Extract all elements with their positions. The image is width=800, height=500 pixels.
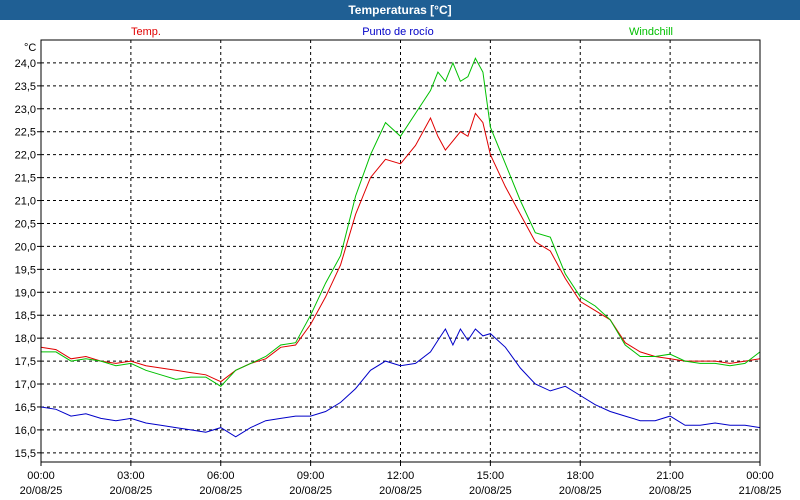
y-tick-label: 18,0: [15, 333, 36, 345]
y-tick-label: 24,0: [15, 58, 36, 70]
grid: [41, 40, 760, 462]
x-tick-time-label: 00:00: [746, 470, 774, 482]
y-axis: 15,5 16,0 16,5 17,0 17,5 18,0 18,5 19,0 19,5 20,0…: [15, 58, 41, 460]
y-tick-label: 16,5: [15, 402, 36, 414]
y-tick-label: 15,5: [15, 448, 36, 460]
x-tick-time-label: 06:00: [207, 470, 235, 482]
x-tick-time-label: 15:00: [477, 470, 505, 482]
y-tick-label: 23,5: [15, 81, 36, 93]
x-tick-date-label: 21/08/25: [739, 485, 782, 497]
y-tick-label: 17,5: [15, 356, 36, 368]
x-tick-date-label: 20/08/25: [469, 485, 512, 497]
y-tick-label: 20,5: [15, 218, 36, 230]
x-tick-date-label: 20/08/25: [289, 485, 332, 497]
x-tick-date-label: 20/08/25: [20, 485, 63, 497]
x-tick-date-label: 20/08/25: [559, 485, 602, 497]
y-tick-label: 22,0: [15, 150, 36, 162]
y-axis-unit-label: °C: [24, 42, 36, 54]
legend-entry-windchill: Windchill: [629, 26, 673, 38]
y-tick-label: 21,0: [15, 196, 36, 208]
x-tick-time-label: 21:00: [656, 470, 684, 482]
y-tick-label: 19,5: [15, 264, 36, 276]
y-tick-label: 21,5: [15, 173, 36, 185]
chart-window: Temperaturas [°C] 15,5 16,0 16,5 17,0 17,5 18…: [0, 0, 800, 500]
x-tick-time-label: 09:00: [297, 470, 325, 482]
x-tick-date-label: 20/08/25: [199, 485, 242, 497]
x-tick-date-label: 20/08/25: [649, 485, 692, 497]
y-tick-label: 16,0: [15, 425, 36, 437]
y-tick-label: 18,5: [15, 310, 36, 322]
y-tick-label: 20,0: [15, 241, 36, 253]
y-tick-label: 17,0: [15, 379, 36, 391]
series-lines: [40, 57, 761, 438]
x-tick-time-label: 03:00: [117, 470, 145, 482]
y-tick-label: 22,5: [15, 127, 36, 139]
x-tick-time-label: 00:00: [27, 470, 55, 482]
x-tick-time-label: 12:00: [387, 470, 415, 482]
legend: Temp. Punto de rocío Windchill: [131, 26, 673, 38]
x-axis: 00:00 20/08/25 03:00 20/08/25 06:00 20/08/25 0…: [20, 462, 782, 497]
x-tick-time-label: 18:00: [566, 470, 594, 482]
x-tick-date-label: 20/08/25: [379, 485, 422, 497]
temperature-chart: 15,5 16,0 16,5 17,0 17,5 18,0 18,5 19,0 19,5 20,0…: [15, 26, 782, 497]
legend-entry-punto-de-rocio: Punto de rocío: [362, 26, 434, 38]
y-tick-label: 19,0: [15, 287, 36, 299]
y-tick-label: 23,0: [15, 104, 36, 116]
legend-entry-temp: Temp.: [131, 26, 161, 38]
x-tick-date-label: 20/08/25: [109, 485, 152, 497]
